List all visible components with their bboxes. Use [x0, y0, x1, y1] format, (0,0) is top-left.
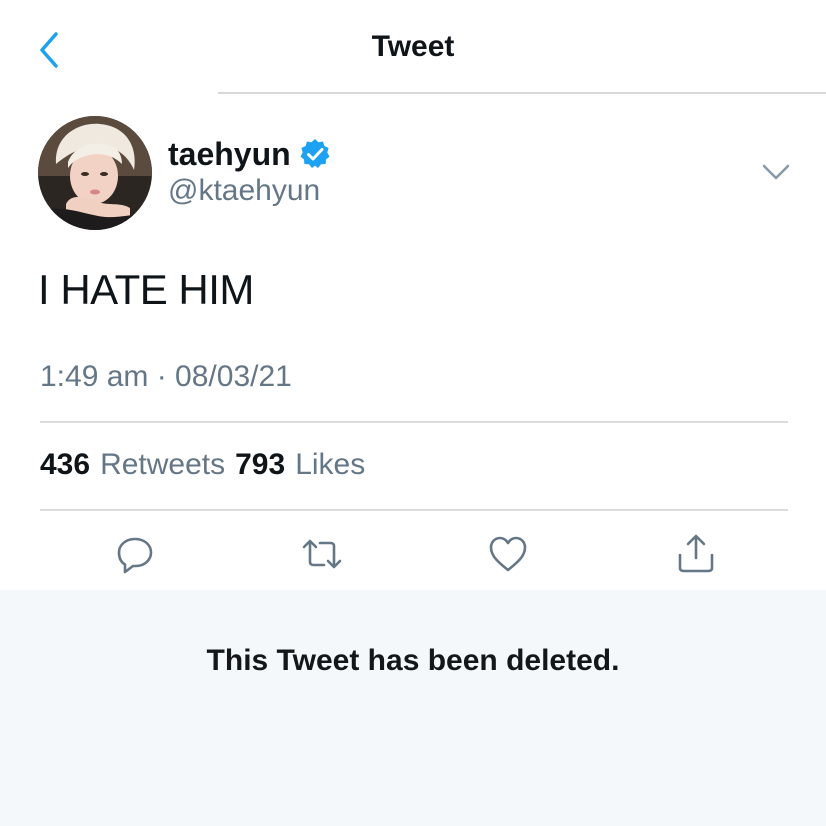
header-divider — [218, 92, 826, 94]
verified-badge-icon — [300, 139, 330, 168]
page-title: Tweet — [371, 30, 455, 63]
top-navigation-bar: Tweet — [0, 0, 826, 94]
likes-label: Likes — [295, 448, 366, 481]
avatar[interactable] — [38, 116, 152, 230]
reply-icon — [117, 537, 153, 574]
like-button[interactable] — [486, 532, 530, 576]
retweets-count: 436 — [40, 448, 91, 481]
deleted-notice-panel — [0, 590, 826, 826]
tweet-timestamp: 1:49 am · 08/03/21 — [40, 360, 292, 393]
more-options-button[interactable] — [760, 158, 792, 186]
share-button[interactable] — [674, 532, 718, 576]
like-heart-icon — [489, 536, 527, 572]
author-handle[interactable]: @ktaehyun — [168, 174, 320, 208]
retweets-stat[interactable]: 436 Retweets — [40, 448, 225, 482]
retweets-label: Retweets — [100, 448, 226, 481]
author-display-name[interactable]: taehyun — [168, 136, 291, 173]
likes-stat[interactable]: 793 Likes — [235, 448, 365, 482]
retweet-button[interactable] — [300, 532, 344, 576]
share-icon — [678, 534, 714, 573]
divider-above-stats — [40, 421, 788, 423]
retweet-icon — [302, 539, 342, 569]
tweet-detail-page: Tweet taehyun @ktaehyun I HATE HIM 1:49 … — [0, 0, 826, 826]
chevron-down-icon — [762, 164, 790, 180]
reply-button[interactable] — [113, 532, 157, 576]
likes-count: 793 — [235, 448, 286, 481]
avatar-image — [38, 116, 152, 230]
tweet-stats: 436 Retweets 793 Likes — [40, 448, 365, 482]
divider-above-actions — [40, 509, 788, 511]
tweet-text: I HATE HIM — [38, 266, 254, 313]
author-name-row: taehyun — [168, 134, 331, 174]
deleted-notice-text: This Tweet has been deleted. — [206, 644, 620, 677]
